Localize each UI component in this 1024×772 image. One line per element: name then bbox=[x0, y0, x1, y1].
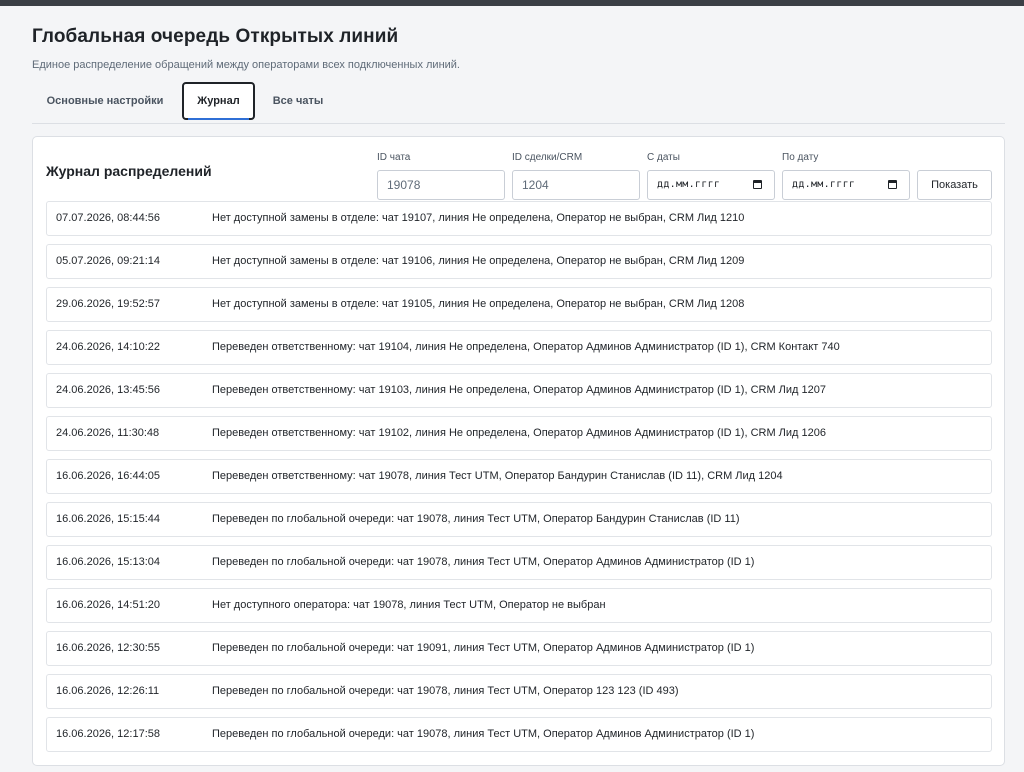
journal-row-message: Переведен ответственному: чат 19104, лин… bbox=[212, 341, 840, 353]
chat-id-input[interactable] bbox=[377, 170, 505, 200]
journal-row-message: Переведен ответственному: чат 19103, лин… bbox=[212, 384, 826, 396]
journal-row: 16.06.2026, 15:15:44 Переведен по глобал… bbox=[46, 502, 992, 537]
date-from-label: С даты bbox=[647, 152, 680, 163]
journal-row-date: 16.06.2026, 15:15:44 bbox=[56, 513, 160, 525]
journal-row: 29.06.2026, 19:52:57 Нет доступной замен… bbox=[46, 287, 992, 322]
journal-row-date: 16.06.2026, 12:26:11 bbox=[56, 685, 160, 697]
tab-journal[interactable]: Журнал bbox=[182, 82, 255, 120]
journal-row: 16.06.2026, 14:51:20 Нет доступного опер… bbox=[46, 588, 992, 623]
journal-row: 16.06.2026, 12:17:58 Переведен по глобал… bbox=[46, 717, 992, 752]
show-button[interactable]: Показать bbox=[917, 170, 992, 200]
tab-main-settings[interactable]: Основные настройки bbox=[32, 82, 178, 120]
journal-row-message: Переведен по глобальной очереди: чат 190… bbox=[212, 642, 755, 654]
journal-row: 05.07.2026, 09:21:14 Нет доступной замен… bbox=[46, 244, 992, 279]
page-title: Глобальная очередь Открытых линий bbox=[32, 26, 399, 47]
journal-row-message: Нет доступного оператора: чат 19078, лин… bbox=[212, 599, 606, 611]
journal-row: 16.06.2026, 16:44:05 Переведен ответстве… bbox=[46, 459, 992, 494]
date-to-input[interactable]: дд.мм.гггг bbox=[782, 170, 910, 200]
date-to-label: По дату bbox=[782, 152, 819, 163]
journal-row-message: Нет доступной замены в отделе: чат 19107… bbox=[212, 212, 745, 224]
journal-row-message: Переведен ответственному: чат 19078, лин… bbox=[212, 470, 783, 482]
deal-id-input[interactable] bbox=[512, 170, 640, 200]
journal-row-message: Переведен по глобальной очереди: чат 190… bbox=[212, 728, 755, 740]
journal-row: 16.06.2026, 15:13:04 Переведен по глобал… bbox=[46, 545, 992, 580]
chat-id-label: ID чата bbox=[377, 152, 411, 163]
tab-bar: Основные настройки Журнал Все чаты bbox=[32, 80, 1005, 124]
journal-row-date: 24.06.2026, 11:30:48 bbox=[56, 427, 160, 439]
journal-row: 24.06.2026, 14:10:22 Переведен ответстве… bbox=[46, 330, 992, 365]
journal-row-date: 16.06.2026, 16:44:05 bbox=[56, 470, 160, 482]
date-from-input[interactable]: дд.мм.гггг bbox=[647, 170, 775, 200]
date-from-placeholder: дд.мм.гггг bbox=[657, 179, 721, 190]
journal-title: Журнал распределений bbox=[46, 163, 212, 179]
journal-card: Журнал распределений ID чата ID сделки/C… bbox=[32, 136, 1005, 766]
journal-row: 16.06.2026, 12:30:55 Переведен по глобал… bbox=[46, 631, 992, 666]
journal-row-date: 07.07.2026, 08:44:56 bbox=[56, 212, 160, 224]
calendar-icon[interactable] bbox=[888, 180, 897, 189]
journal-row-date: 16.06.2026, 14:51:20 bbox=[56, 599, 160, 611]
journal-row-date: 05.07.2026, 09:21:14 bbox=[56, 255, 160, 267]
deal-id-label: ID сделки/CRM bbox=[512, 152, 583, 163]
journal-row-message: Переведен по глобальной очереди: чат 190… bbox=[212, 556, 755, 568]
journal-row-message: Нет доступной замены в отделе: чат 19105… bbox=[212, 298, 745, 310]
journal-row-date: 29.06.2026, 19:52:57 bbox=[56, 298, 160, 310]
calendar-icon[interactable] bbox=[753, 180, 762, 189]
journal-row-message: Нет доступной замены в отделе: чат 19106… bbox=[212, 255, 745, 267]
journal-row-message: Переведен ответственному: чат 19102, лин… bbox=[212, 427, 826, 439]
journal-row: 16.06.2026, 12:26:11 Переведен по глобал… bbox=[46, 674, 992, 709]
tab-all-chats[interactable]: Все чаты bbox=[257, 82, 339, 120]
journal-row-message: Переведен по глобальной очереди: чат 190… bbox=[212, 513, 740, 525]
journal-row-date: 24.06.2026, 13:45:56 bbox=[56, 384, 160, 396]
journal-row-date: 16.06.2026, 12:17:58 bbox=[56, 728, 160, 740]
date-to-placeholder: дд.мм.гггг bbox=[792, 179, 856, 190]
journal-row: 24.06.2026, 13:45:56 Переведен ответстве… bbox=[46, 373, 992, 408]
journal-row-message: Переведен по глобальной очереди: чат 190… bbox=[212, 685, 679, 697]
page-subtitle: Единое распределение обращений между опе… bbox=[32, 59, 460, 71]
journal-row-date: 16.06.2026, 15:13:04 bbox=[56, 556, 160, 568]
top-bar bbox=[0, 0, 1024, 6]
journal-row: 24.06.2026, 11:30:48 Переведен ответстве… bbox=[46, 416, 992, 451]
journal-row-date: 16.06.2026, 12:30:55 bbox=[56, 642, 160, 654]
journal-row: 07.07.2026, 08:44:56 Нет доступной замен… bbox=[46, 201, 992, 236]
journal-row-date: 24.06.2026, 14:10:22 bbox=[56, 341, 160, 353]
